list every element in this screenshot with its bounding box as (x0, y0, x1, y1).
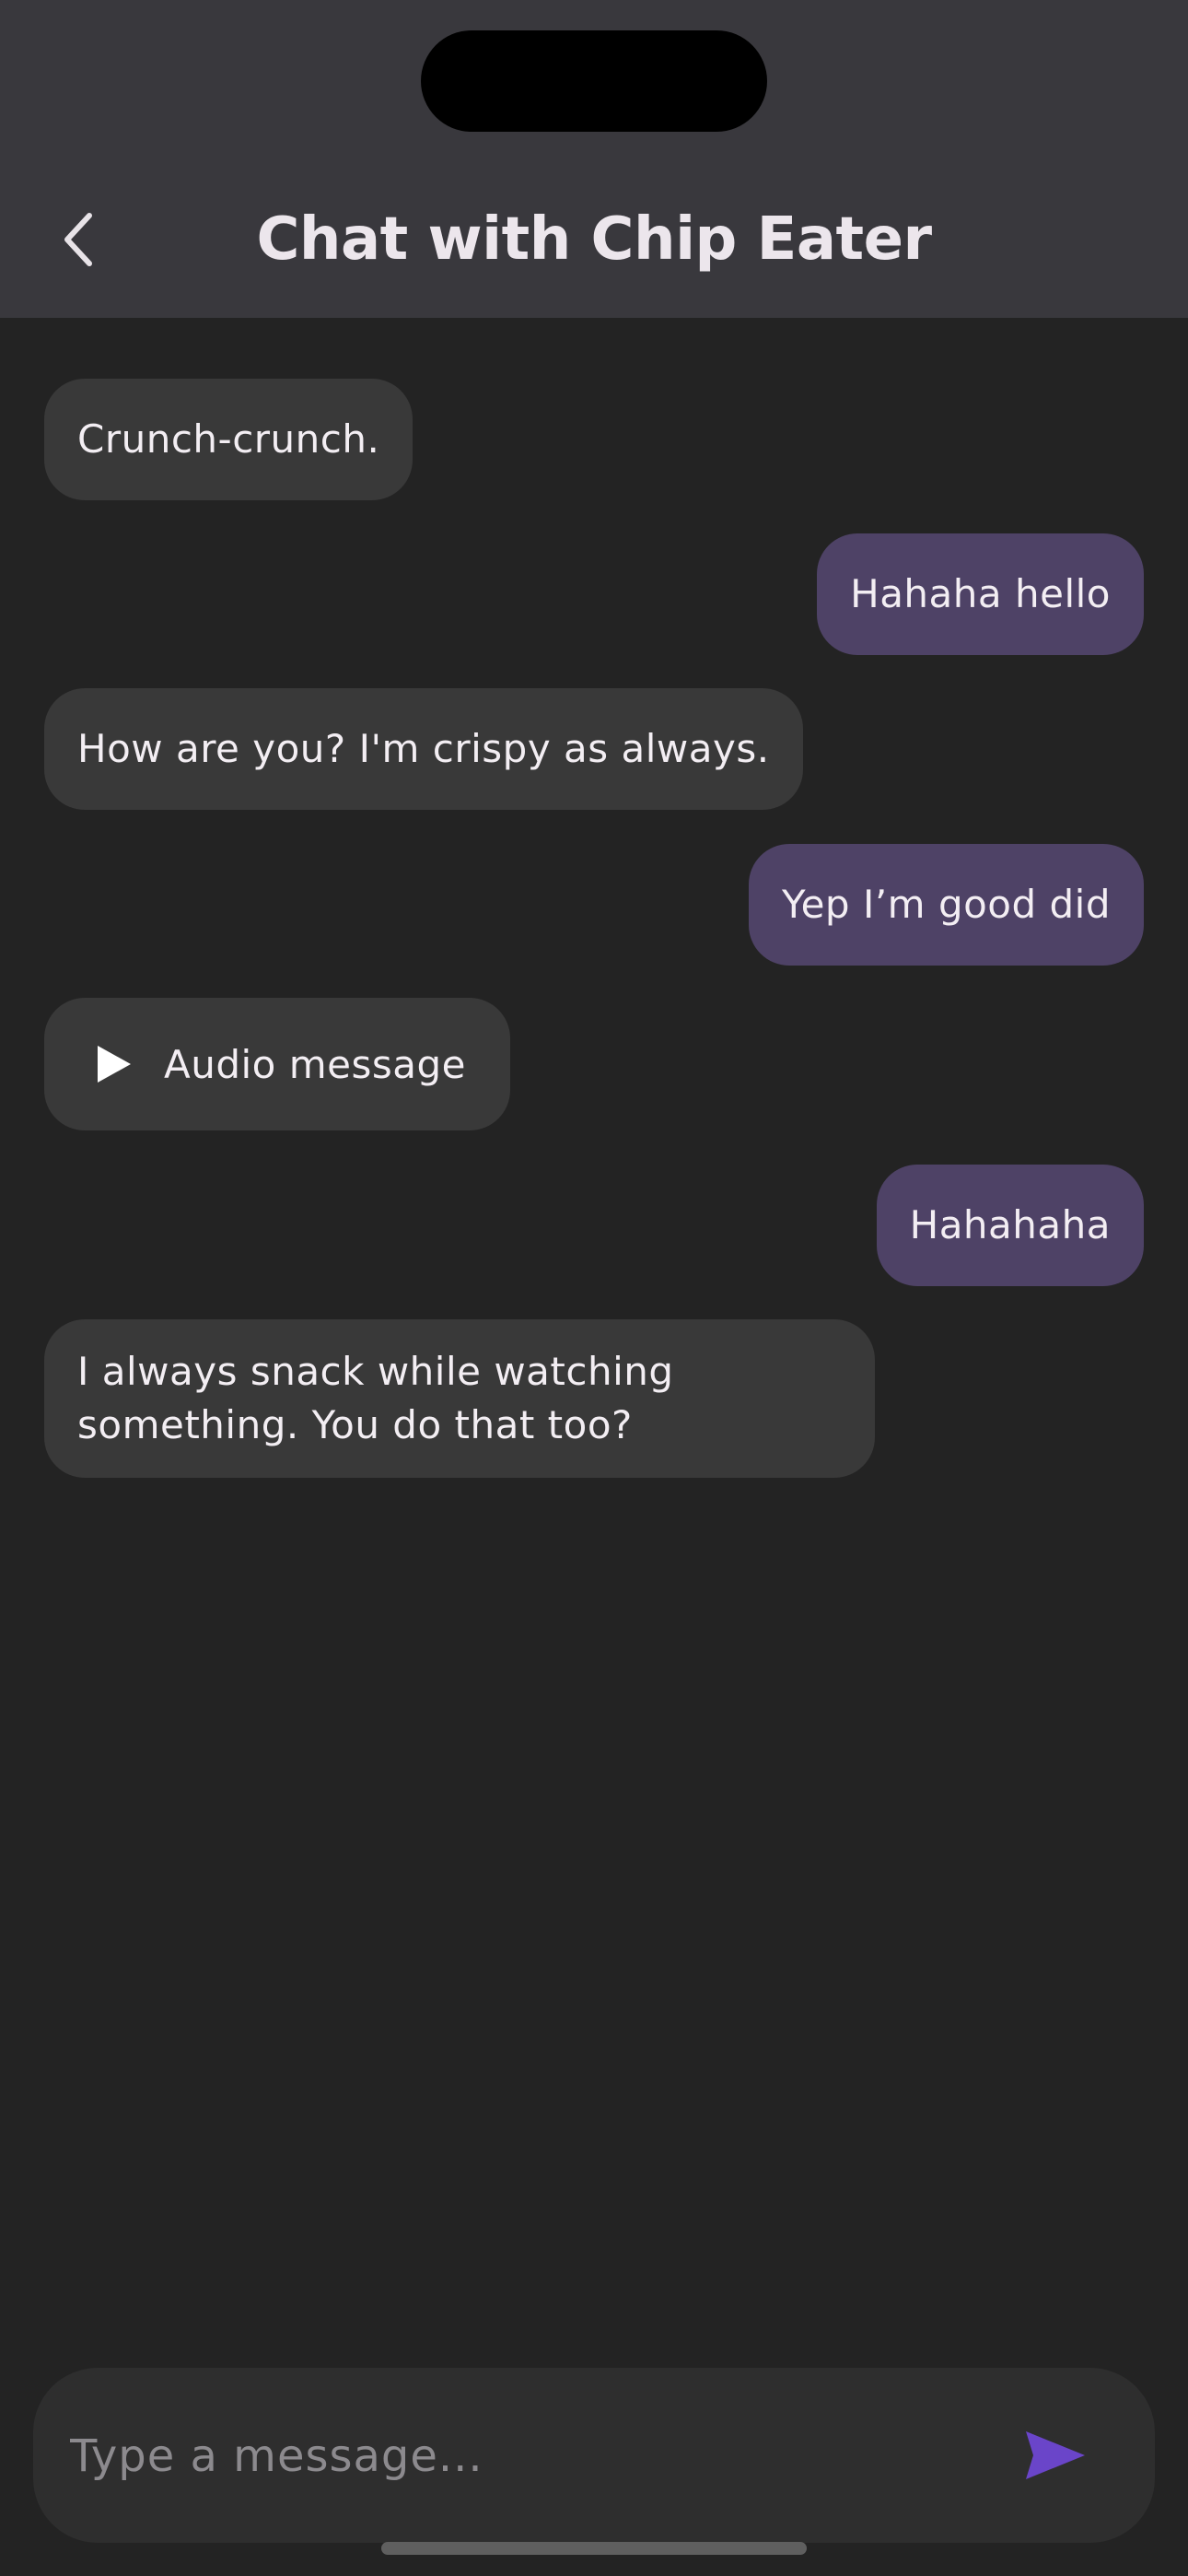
message-bubble-incoming: How are you? I'm crispy as always. (44, 688, 803, 810)
message-bubble-incoming: Crunch-crunch. (44, 379, 413, 500)
header-bar: Chat with Chip Eater (0, 0, 1188, 318)
message-bubble-outgoing: Hahaha hello (817, 533, 1144, 655)
message-bubble-outgoing: Hahahaha (876, 1165, 1144, 1286)
audio-message-bubble[interactable]: Audio message (44, 998, 510, 1130)
message-input[interactable] (68, 2409, 1002, 2503)
audio-message-label: Audio message (164, 1041, 466, 1087)
page-title: Chat with Chip Eater (256, 205, 932, 274)
home-indicator (381, 2542, 807, 2555)
message-bubble-outgoing: Yep I’m good did (749, 844, 1144, 966)
play-icon[interactable] (96, 1044, 133, 1084)
send-button[interactable] (1019, 2418, 1092, 2492)
message-composer (33, 2368, 1155, 2543)
send-icon (1026, 2431, 1085, 2479)
dynamic-island (421, 30, 767, 132)
message-bubble-incoming: I always snack while watching something.… (44, 1319, 875, 1478)
